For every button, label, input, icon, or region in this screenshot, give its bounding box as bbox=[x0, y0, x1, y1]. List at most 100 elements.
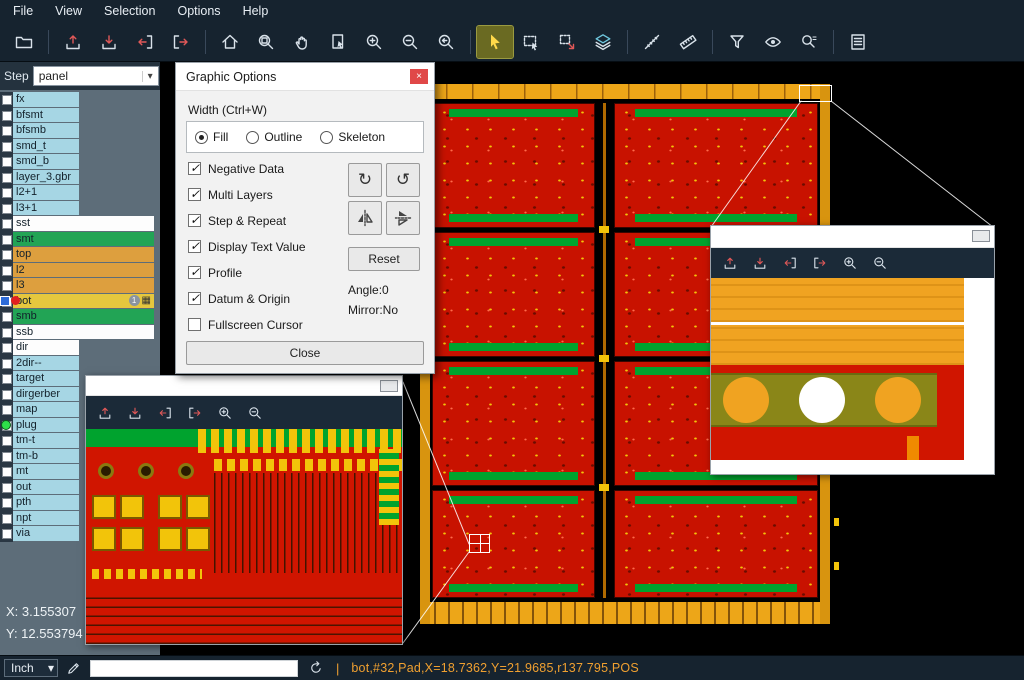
layer-visibility-checkbox[interactable] bbox=[0, 278, 13, 294]
layer-visibility-checkbox[interactable] bbox=[0, 123, 13, 139]
tray-right-button[interactable] bbox=[163, 26, 199, 58]
layer-name-box[interactable]: bfsmt bbox=[13, 108, 79, 124]
eye-view-button[interactable] bbox=[755, 26, 791, 58]
magnifier-a-titlebar[interactable] bbox=[86, 376, 402, 396]
page-select-button[interactable] bbox=[320, 26, 356, 58]
checkbox-icon[interactable] bbox=[188, 266, 201, 279]
download-tray-button[interactable] bbox=[122, 401, 148, 425]
radio-icon[interactable] bbox=[246, 131, 259, 144]
layer-visibility-checkbox[interactable] bbox=[0, 371, 13, 387]
menu-item[interactable]: File bbox=[2, 1, 44, 21]
layer-name-box[interactable]: map bbox=[13, 402, 79, 418]
layer-visibility-checkbox[interactable] bbox=[0, 526, 13, 542]
option-checkbox-row[interactable]: Datum & Origin bbox=[188, 291, 306, 306]
magnifier-a-content[interactable] bbox=[86, 429, 402, 644]
layer-visibility-checkbox[interactable] bbox=[0, 402, 13, 418]
layer-visibility-checkbox[interactable] bbox=[0, 356, 13, 372]
layer-name-box[interactable]: dir bbox=[13, 340, 79, 356]
layer-visibility-checkbox[interactable] bbox=[0, 449, 13, 465]
layer-visibility-checkbox[interactable] bbox=[0, 511, 13, 527]
fill-mode-radio[interactable]: Outline bbox=[246, 130, 302, 144]
checkbox-icon[interactable] bbox=[188, 214, 201, 227]
menu-item[interactable]: Selection bbox=[93, 1, 166, 21]
layer-row[interactable]: smb bbox=[0, 309, 160, 325]
magnifier-b-content[interactable] bbox=[711, 278, 994, 474]
pan-hand-button[interactable] bbox=[284, 26, 320, 58]
layer-name-box[interactable]: bfsmb bbox=[13, 123, 79, 139]
close-icon[interactable]: × bbox=[410, 69, 428, 84]
tray-right-button[interactable] bbox=[182, 401, 208, 425]
layer-name-box[interactable]: npt bbox=[13, 511, 79, 527]
option-checkbox-row[interactable]: Fullscreen Cursor bbox=[188, 317, 306, 332]
layer-row[interactable]: bfsmt bbox=[0, 108, 160, 124]
open-folder-button[interactable] bbox=[6, 26, 42, 58]
reset-button[interactable]: Reset bbox=[348, 247, 420, 271]
menu-item[interactable]: Help bbox=[232, 1, 280, 21]
layer-visibility-checkbox[interactable] bbox=[0, 232, 13, 248]
rotate-ccw-button[interactable]: ↺ bbox=[386, 163, 420, 197]
layer-visibility-checkbox[interactable] bbox=[0, 154, 13, 170]
layer-name-box[interactable]: smb bbox=[13, 309, 154, 325]
draw-tool-button[interactable] bbox=[66, 660, 82, 676]
tray-right-button[interactable] bbox=[807, 251, 833, 275]
option-checkbox-row[interactable]: Profile bbox=[188, 265, 306, 280]
layer-row[interactable]: 2dir-- bbox=[0, 356, 160, 372]
layer-visibility-checkbox[interactable] bbox=[0, 92, 13, 108]
magnifier-b-titlebar[interactable] bbox=[711, 226, 994, 248]
layer-name-box[interactable]: out bbox=[13, 480, 79, 496]
zoom-in-button[interactable] bbox=[356, 26, 392, 58]
menu-item[interactable]: View bbox=[44, 1, 93, 21]
layer-visibility-checkbox[interactable] bbox=[0, 387, 13, 403]
flip-horizontal-button[interactable] bbox=[348, 201, 382, 235]
layer-name-box[interactable]: smd_t bbox=[13, 139, 79, 155]
dialog-titlebar[interactable]: Graphic Options × bbox=[176, 63, 434, 91]
report-list-button[interactable] bbox=[840, 26, 876, 58]
layer-row[interactable]: ssb bbox=[0, 325, 160, 341]
layer-row[interactable]: fx bbox=[0, 92, 160, 108]
chevron-down-icon[interactable]: ▾ bbox=[48, 661, 54, 675]
layer-name-box[interactable]: l2+1 bbox=[13, 185, 79, 201]
layer-name-box[interactable]: fx bbox=[13, 92, 79, 108]
option-checkbox-row[interactable]: Multi Layers bbox=[188, 187, 306, 202]
layer-name-box[interactable]: smd_b bbox=[13, 154, 79, 170]
layer-row[interactable]: l2 bbox=[0, 263, 160, 279]
layer-visibility-checkbox[interactable] bbox=[0, 495, 13, 511]
fill-mode-radio[interactable]: Fill bbox=[195, 130, 228, 144]
checkbox-icon[interactable] bbox=[188, 162, 201, 175]
checkbox-icon[interactable] bbox=[188, 188, 201, 201]
layer-name-box[interactable]: sst bbox=[13, 216, 154, 232]
layer-visibility-checkbox[interactable] bbox=[0, 464, 13, 480]
layer-name-box[interactable]: l2 bbox=[13, 263, 154, 279]
step-combobox[interactable]: panel ▾ bbox=[33, 66, 159, 86]
upload-tray-button[interactable] bbox=[55, 26, 91, 58]
zoom-in-button[interactable] bbox=[837, 251, 863, 275]
zoom-in-button[interactable] bbox=[212, 401, 238, 425]
download-tray-button[interactable] bbox=[91, 26, 127, 58]
layer-visibility-checkbox[interactable] bbox=[0, 309, 13, 325]
menu-item[interactable]: Options bbox=[166, 1, 231, 21]
layer-row[interactable]: sst bbox=[0, 216, 160, 232]
checkbox-icon[interactable] bbox=[188, 240, 201, 253]
zoom-out-button[interactable] bbox=[867, 251, 893, 275]
layer-name-box[interactable]: via bbox=[13, 526, 79, 542]
close-button[interactable]: Close bbox=[186, 341, 424, 365]
unit-combobox[interactable]: Inch ▾ bbox=[4, 659, 58, 677]
zoom-out-button[interactable] bbox=[242, 401, 268, 425]
layer-visibility-checkbox[interactable] bbox=[0, 263, 13, 279]
select-cursor-button[interactable] bbox=[477, 26, 513, 58]
transform-select-button[interactable] bbox=[549, 26, 585, 58]
measure-ruler-button[interactable] bbox=[670, 26, 706, 58]
upload-tray-button[interactable] bbox=[92, 401, 118, 425]
layer-visibility-checkbox[interactable] bbox=[0, 185, 13, 201]
window-expand-button[interactable] bbox=[972, 230, 990, 242]
zoom-out-button[interactable] bbox=[392, 26, 428, 58]
chevron-down-icon[interactable]: ▾ bbox=[142, 71, 158, 82]
rotate-cw-button[interactable]: ↻ bbox=[348, 163, 382, 197]
layer-name-box[interactable]: dirgerber bbox=[13, 387, 79, 403]
layer-name-box[interactable]: tm-b bbox=[13, 449, 79, 465]
layer-row[interactable]: l2+1 bbox=[0, 185, 160, 201]
layer-name-box[interactable]: mt bbox=[13, 464, 79, 480]
layer-name-box[interactable]: layer_3.gbr bbox=[13, 170, 79, 186]
layer-name-box[interactable]: plug bbox=[13, 418, 79, 434]
layer-name-box[interactable]: l3+1 bbox=[13, 201, 79, 217]
